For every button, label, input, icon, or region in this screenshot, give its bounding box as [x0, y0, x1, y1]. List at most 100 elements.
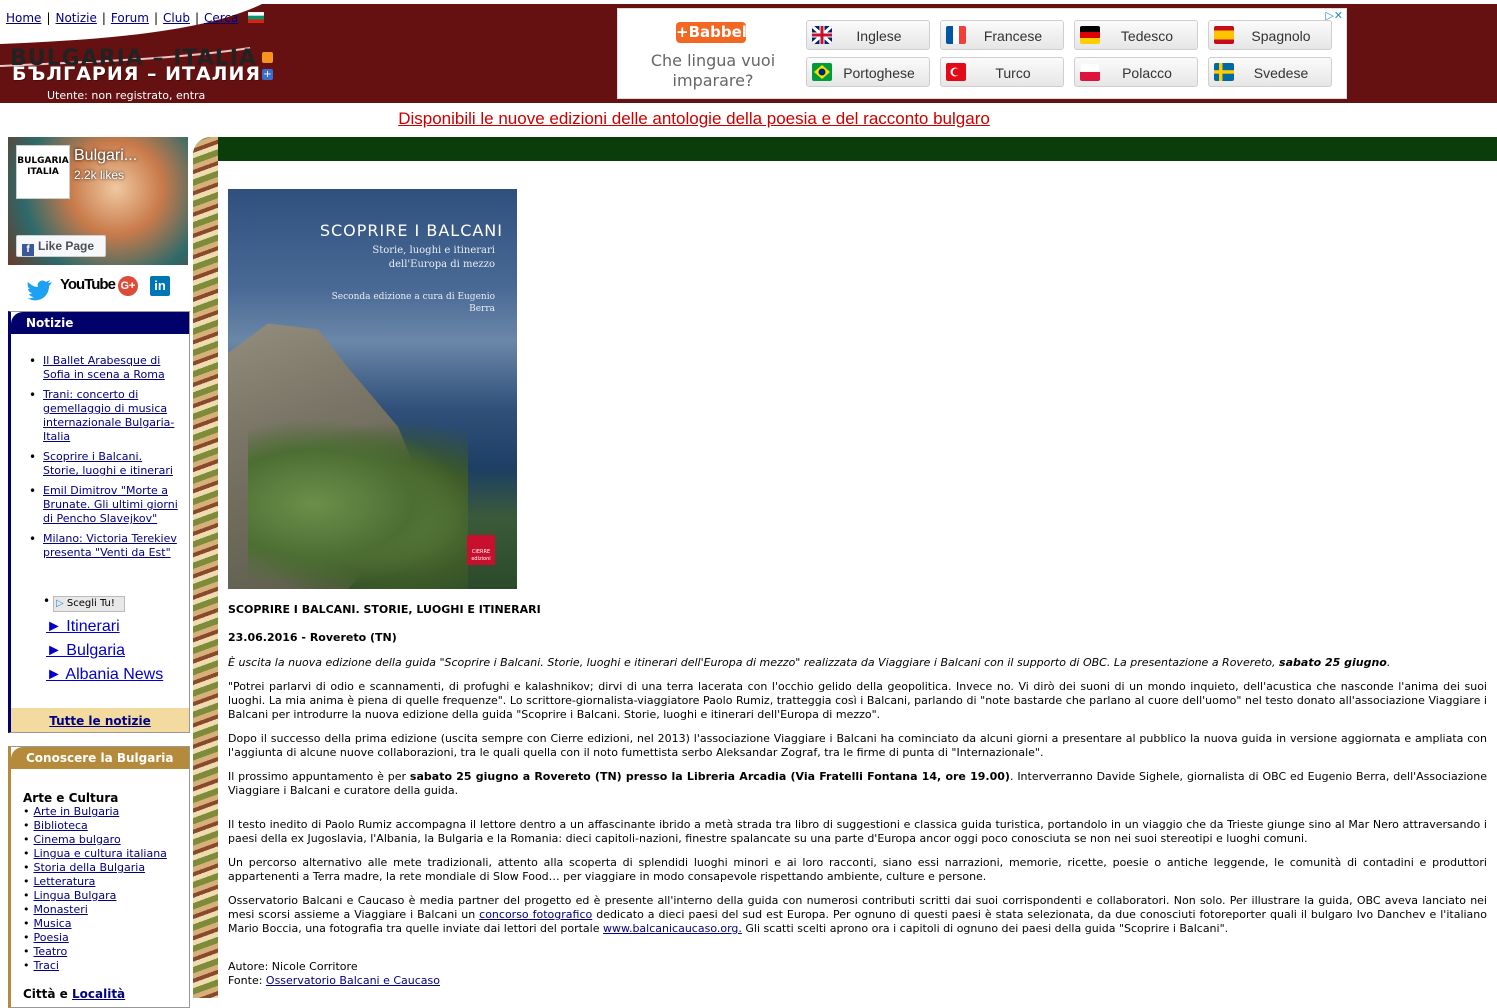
facebook-like-button[interactable]: f Like Page — [16, 235, 106, 257]
nav-notizie-link[interactable]: Notizie — [55, 11, 96, 25]
culture-link[interactable]: Teatro — [34, 945, 68, 958]
list-item: • Lingua Bulgara — [23, 889, 167, 903]
culture-link[interactable]: Poesia — [34, 931, 69, 944]
lang-button-spagnolo[interactable]: Spagnolo — [1208, 20, 1332, 50]
culture-link[interactable]: Arte in Bulgaria — [34, 805, 120, 818]
sweden-flag-icon — [1214, 63, 1234, 81]
linkedin-label: in — [154, 278, 166, 293]
list-item: • Traci — [23, 959, 167, 973]
culture-link[interactable]: Letteratura — [34, 875, 96, 888]
linkedin-icon[interactable]: in — [150, 276, 170, 296]
list-item: • Lingua e cultura italiana — [23, 847, 167, 861]
babbel-ad[interactable]: +Babbel Che lingua vuoi imparare? ▷✕ Ing… — [617, 8, 1347, 99]
culture-link[interactable]: Lingua Bulgara — [34, 889, 117, 902]
nav-forum-link[interactable]: Forum — [111, 11, 149, 25]
bullet: • — [23, 875, 30, 888]
lang-button-inglese[interactable]: Inglese — [806, 20, 930, 50]
article-title: SCOPRIRE I BALCANI. STORIE, LUOGHI E ITI… — [228, 603, 541, 616]
balcanicaucaso-link[interactable]: www.balcanicaucaso.org. — [603, 922, 742, 935]
list-item: • Teatro — [23, 945, 167, 959]
nav-club-link[interactable]: Club — [163, 11, 190, 25]
twitter-icon[interactable] — [27, 277, 53, 301]
lang-button-svedese[interactable]: Svedese — [1208, 57, 1332, 87]
source-link[interactable]: Osservatorio Balcani e Caucaso — [266, 974, 440, 987]
lang-button-polacco[interactable]: Polacco — [1074, 57, 1198, 87]
article-source: Fonte: Osservatorio Balcani e Caucaso — [228, 974, 1487, 988]
list-item: • Poesia — [23, 931, 167, 945]
add-icon[interactable]: + — [262, 69, 273, 80]
source-label: Fonte: — [228, 974, 266, 987]
rss-icon[interactable] — [262, 52, 273, 63]
lang-label: Turco — [995, 65, 1031, 81]
facebook-page-widget[interactable]: BULGARIA ITALIA Bulgari... 2.2k likes fL… — [8, 137, 188, 265]
bulgaria-link[interactable]: ► Bulgaria — [46, 642, 125, 660]
notizie-box: Notizie Il Ballet Arabesque di Sofia in … — [8, 311, 190, 733]
lang-label: Spagnolo — [1251, 28, 1311, 44]
citta-prefix: Città e — [23, 987, 72, 1001]
culture-link[interactable]: Lingua e cultura italiana — [34, 847, 167, 860]
lang-label: Francese — [983, 28, 1043, 44]
p3-text: Il prossimo appuntamento è per — [228, 770, 410, 783]
facebook-page-name[interactable]: Bulgari... — [74, 147, 137, 165]
google-plus-label: G+ — [120, 280, 136, 292]
bullet: • — [23, 931, 30, 944]
culture-link[interactable]: Monasteri — [34, 903, 88, 916]
list-item: • Biblioteca — [23, 819, 167, 833]
p6-text-end: Gli scatti scelti aprono ora i capitoli … — [741, 922, 1229, 935]
facebook-page-logo[interactable]: BULGARIA ITALIA — [16, 145, 70, 199]
site-logo-subtitle: БЪЛГАРИЯ – ИТАЛИЯ — [12, 63, 261, 85]
babbel-logo[interactable]: +Babbel — [676, 22, 747, 43]
site-header: Home | Notizie | Forum | Club | Cerca BULGARIA –… — [0, 0, 1497, 104]
youtube-label: YouTube — [60, 276, 116, 293]
list-item: • Musica — [23, 917, 167, 931]
albania-news-link[interactable]: ► Albania News — [46, 666, 163, 684]
google-plus-icon[interactable]: G+ — [118, 276, 138, 296]
list-item: • Letteratura — [23, 875, 167, 889]
bullet: • — [23, 903, 30, 916]
poland-flag-icon — [1080, 63, 1100, 81]
list-item: • Monasteri — [23, 903, 167, 917]
category-heading: Arte e Cultura — [23, 791, 119, 805]
lang-button-francese[interactable]: Francese — [940, 20, 1064, 50]
culture-link[interactable]: Storia della Bulgaria — [34, 861, 146, 874]
cover-edition: Seconda edizione a cura di Eugenio Berra — [331, 292, 495, 314]
nav-cerca-link[interactable]: Cerca — [204, 11, 238, 25]
lang-button-portoghese[interactable]: Portoghese — [806, 57, 930, 87]
bulgarian-flag-icon[interactable] — [248, 12, 265, 23]
news-link[interactable]: Emil Dimitrov "Morte a Brunate. Gli ulti… — [43, 484, 178, 525]
promo-banner: Disponibili le nuove edizioni delle anto… — [0, 109, 1497, 129]
citta-heading: Città e Località — [23, 987, 125, 1001]
news-link[interactable]: Trani: concerto di gemellaggio di musica… — [43, 388, 174, 443]
p3-bold: sabato 25 giugno a Rovereto (TN) presso … — [409, 770, 1010, 783]
turkey-flag-icon — [946, 63, 966, 81]
notizie-list: Il Ballet Arabesque di Sofia in scena a … — [29, 354, 179, 566]
culture-link[interactable]: Traci — [34, 959, 59, 972]
bullet: • — [23, 945, 30, 958]
localita-link[interactable]: Località — [72, 987, 125, 1001]
concorso-link[interactable]: concorso fotografico — [479, 908, 592, 921]
all-news-bar: Tutte le notizie — [11, 708, 189, 732]
youtube-icon[interactable]: YouTube — [60, 276, 116, 300]
lang-button-tedesco[interactable]: Tedesco — [1074, 20, 1198, 50]
news-link[interactable]: Scoprire i Balcani. Storie, luoghi e iti… — [43, 450, 173, 477]
culture-link[interactable]: Musica — [34, 917, 72, 930]
article-paragraph: Il prossimo appuntamento è per sabato 25… — [228, 770, 1487, 798]
conoscere-box: Conoscere la Bulgaria Arte e Cultura • Ar… — [8, 746, 190, 1008]
user-status[interactable]: Utente: non registrato, entra — [47, 89, 205, 102]
lang-button-turco[interactable]: Turco — [940, 57, 1064, 87]
article-paragraph: Un percorso alternativo alle mete tradiz… — [228, 856, 1487, 883]
scegli-tu-button[interactable]: ▷ Scegli Tu! — [53, 596, 125, 612]
news-link[interactable]: Il Ballet Arabesque di Sofia in scena a … — [43, 354, 165, 381]
itinerari-link[interactable]: ► Itinerari — [46, 618, 120, 636]
nav-home-link[interactable]: Home — [6, 11, 41, 25]
culture-link[interactable]: Biblioteca — [34, 819, 88, 832]
promo-link[interactable]: Disponibili le nuove edizioni delle anto… — [398, 109, 990, 128]
article-paragraph: Osservatorio Balcani e Caucaso è media p… — [228, 894, 1487, 936]
list-item: Scoprire i Balcani. Storie, luoghi e iti… — [29, 450, 179, 478]
bullet: • — [23, 805, 30, 818]
bullet: • — [23, 833, 30, 846]
culture-link[interactable]: Cinema bulgaro — [34, 833, 121, 846]
news-link[interactable]: Milano: Victoria Terekiev presenta "Vent… — [43, 532, 177, 559]
article-paragraph: Il testo inedito di Paolo Rumiz accompag… — [228, 818, 1487, 845]
all-news-link[interactable]: Tutte le notizie — [49, 714, 151, 728]
